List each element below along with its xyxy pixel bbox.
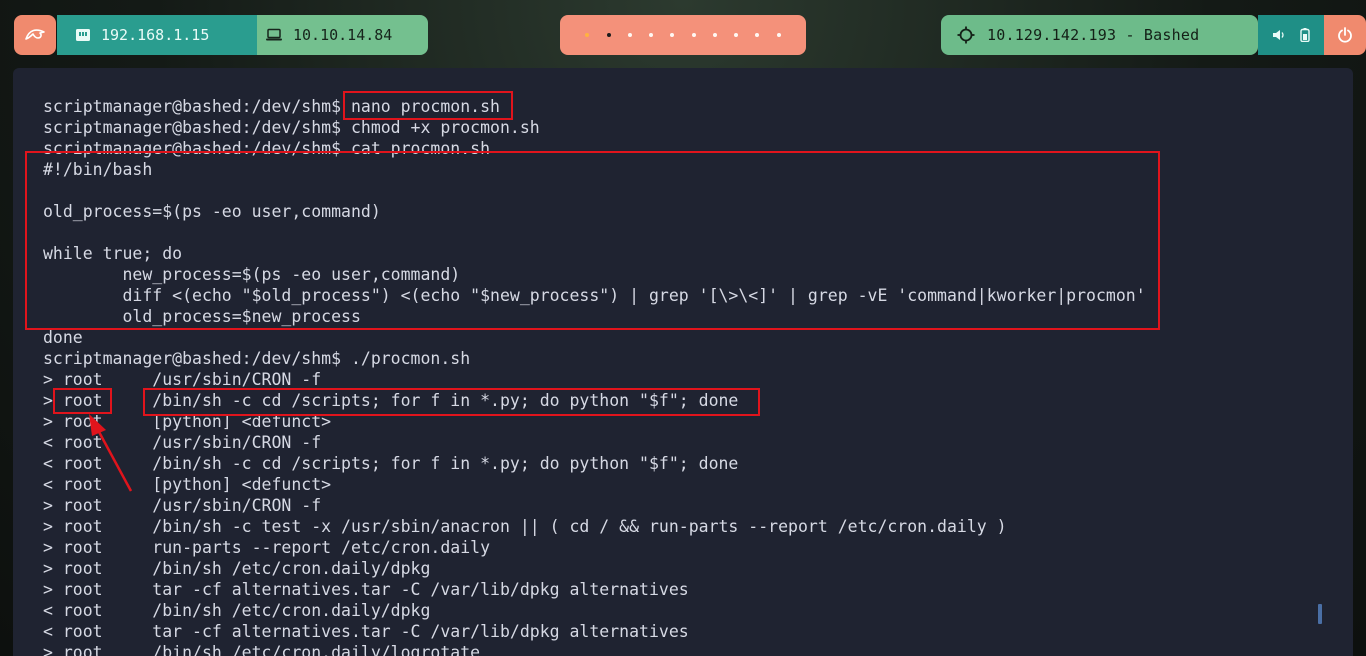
system-tray (1258, 15, 1324, 55)
terminal-line: scriptmanager@bashed:/dev/shm$ cat procm… (43, 139, 491, 158)
workspace-dot[interactable] (691, 33, 696, 37)
workspace-dot[interactable] (649, 33, 654, 37)
workspace-dot[interactable] (712, 33, 717, 37)
crosshair-icon (957, 26, 975, 44)
terminal-line: diff <(echo "$old_process") <(echo "$new… (43, 286, 1146, 305)
kali-menu-button[interactable] (14, 15, 56, 55)
terminal-line: while true; do (43, 244, 183, 263)
network-ip-vpn: 10.10.14.84 (257, 15, 428, 55)
terminal-line: old_process=$(ps -eo user,command) (43, 202, 381, 221)
workspace-dot[interactable] (776, 33, 781, 37)
terminal-line: > root /usr/sbin/CRON -f (43, 370, 322, 389)
workspace-dot[interactable] (585, 33, 590, 37)
terminal-line: old_process=$new_process (43, 307, 361, 326)
workspace-dot[interactable] (734, 33, 739, 37)
terminal-line: < root [python] <defunct> (43, 475, 332, 494)
terminal-scrollbar[interactable] (1318, 604, 1322, 624)
terminal-line: < root tar -cf alternatives.tar -C /var/… (43, 622, 689, 641)
terminal-line: > root /bin/sh /etc/cron.daily/logrotate (43, 643, 481, 656)
workspace-switcher[interactable] (560, 15, 806, 55)
kali-dragon-icon (24, 26, 46, 44)
terminal-line: > root tar -cf alternatives.tar -C /var/… (43, 580, 689, 599)
terminal-line: scriptmanager@bashed:/dev/shm$ nano proc… (43, 97, 500, 116)
terminal-line: scriptmanager@bashed:/dev/shm$ ./procmon… (43, 349, 471, 368)
terminal-line: > root /bin/sh /etc/cron.daily/dpkg (43, 559, 431, 578)
battery-icon[interactable] (1300, 28, 1310, 42)
terminal-output[interactable]: scriptmanager@bashed:/dev/shm$ nano proc… (43, 96, 1146, 656)
workspace-dot[interactable] (606, 33, 611, 37)
terminal-line: done (43, 328, 83, 347)
top-bar: 192.168.1.15 10.10.14.84 10.129.142.193 … (0, 0, 1366, 70)
terminal-line: > root /bin/sh -c cd /scripts; for f in … (43, 391, 739, 410)
terminal-line: #!/bin/bash (43, 160, 153, 179)
terminal-line: new_process=$(ps -eo user,command) (43, 265, 461, 284)
workspace-dot[interactable] (670, 33, 675, 37)
terminal-line: > root /bin/sh -c test -x /usr/sbin/anac… (43, 517, 1007, 536)
speaker-icon[interactable] (1272, 29, 1286, 41)
target-label: 10.129.142.193 - Bashed (987, 26, 1200, 44)
ethernet-icon (75, 28, 91, 42)
terminal-line: < root /usr/sbin/CRON -f (43, 433, 322, 452)
local-ip-text: 192.168.1.15 (101, 26, 210, 44)
vpn-ip-text: 10.10.14.84 (293, 26, 393, 44)
terminal-line: > root /usr/sbin/CRON -f (43, 496, 322, 515)
terminal-line: < root /bin/sh -c cd /scripts; for f in … (43, 454, 739, 473)
network-ip-local: 192.168.1.15 (57, 15, 257, 55)
terminal-line: scriptmanager@bashed:/dev/shm$ chmod +x … (43, 118, 540, 137)
terminal-line: < root /bin/sh /etc/cron.daily/dpkg (43, 601, 431, 620)
power-icon (1337, 27, 1353, 43)
workspace-dot[interactable] (627, 33, 632, 37)
target-indicator: 10.129.142.193 - Bashed (941, 15, 1258, 55)
workspace-dot[interactable] (755, 33, 760, 37)
terminal-line: > root run-parts --report /etc/cron.dail… (43, 538, 491, 557)
power-button[interactable] (1324, 15, 1366, 55)
terminal-window[interactable]: scriptmanager@bashed:/dev/shm$ nano proc… (13, 68, 1353, 656)
laptop-icon (265, 28, 283, 42)
terminal-line: > root [python] <defunct> (43, 412, 332, 431)
